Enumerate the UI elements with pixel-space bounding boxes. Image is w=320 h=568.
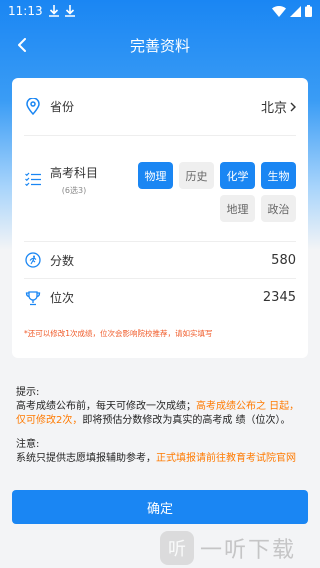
runner-icon <box>24 251 42 269</box>
subject-chip[interactable]: 政治 <box>261 195 296 222</box>
status-bar: 11:13 <box>0 0 320 22</box>
province-row[interactable]: 省份 北京 <box>24 78 296 136</box>
subject-chips: 物理 历史 化学 生物 地理 政治 <box>134 162 296 222</box>
nav-bar: 完善资料 <box>0 30 320 60</box>
download-icon <box>48 5 59 17</box>
subject-chip[interactable]: 化学 <box>220 162 255 189</box>
rank-value[interactable]: 2345 <box>263 290 296 305</box>
notice-text: 系统只提供志愿填报辅助参考，正式填报请前往教育考试院官网 <box>16 452 306 466</box>
location-pin-icon <box>24 98 42 116</box>
watermark-text: 一听下载 <box>200 538 297 563</box>
subjects-label: 高考科目 <box>50 166 99 180</box>
watermark-logo: 听 <box>160 531 194 565</box>
tip-text-3: 即将预估分数修改为真实的高考成 绩（位次）。 <box>82 415 291 426</box>
list-check-icon <box>24 170 42 188</box>
watermark: 听 一听下载 <box>160 528 320 568</box>
province-label: 省份 <box>50 100 75 114</box>
subjects-hint: (6选3) <box>61 186 87 195</box>
score-row[interactable]: 分数 580 <box>24 242 296 279</box>
card-note: *还可以修改1次成绩，位次会影响院校推荐，请如实填写 <box>24 329 213 338</box>
status-time: 11:13 <box>8 4 43 18</box>
back-button[interactable] <box>10 33 34 57</box>
subject-chip[interactable]: 生物 <box>261 162 296 189</box>
page-title: 完善资料 <box>129 36 190 55</box>
tip-text-1: 高考成绩公布前，每天可修改一次成绩； <box>16 401 196 412</box>
chevron-right-icon <box>290 102 296 111</box>
tip-text: 高考成绩公布前，每天可修改一次成绩；高考成绩公布之 日起，仅可修改2次，即将预估… <box>16 400 306 428</box>
subject-chip[interactable]: 历史 <box>179 162 214 189</box>
notice-text-2: 正式填报请前往教育考试院官网 <box>156 453 296 464</box>
trophy-icon <box>24 289 42 307</box>
subject-chip[interactable]: 地理 <box>220 195 255 222</box>
notice-text-1: 系统只提供志愿填报辅助参考， <box>16 453 156 464</box>
confirm-button[interactable]: 确定 <box>12 490 308 524</box>
info-section: 提示: 高考成绩公布前，每天可修改一次成绩；高考成绩公布之 日起，仅可修改2次，… <box>16 386 306 466</box>
subject-chip[interactable]: 物理 <box>138 162 173 189</box>
tip-title: 提示: <box>16 387 40 398</box>
score-value[interactable]: 580 <box>271 253 296 268</box>
rank-label: 位次 <box>50 291 75 305</box>
subjects-row: 高考科目 (6选3) 物理 历史 化学 生物 地理 政治 <box>24 136 296 242</box>
download-icon <box>64 5 75 17</box>
notice-title: 注意: <box>16 439 40 450</box>
wifi-icon <box>272 5 286 17</box>
profile-card: 省份 北京 高考科目 (6选3) 物理 历史 化学 生物 地理 政治 分数 580 位次 … <box>12 78 308 358</box>
chevron-left-icon <box>18 38 26 52</box>
province-value[interactable]: 北京 <box>261 97 296 116</box>
score-label: 分数 <box>50 253 75 268</box>
rank-row[interactable]: 位次 2345 <box>24 279 296 316</box>
battery-icon <box>305 5 312 17</box>
province-value-text: 北京 <box>260 101 287 116</box>
signal-icon <box>290 5 301 17</box>
